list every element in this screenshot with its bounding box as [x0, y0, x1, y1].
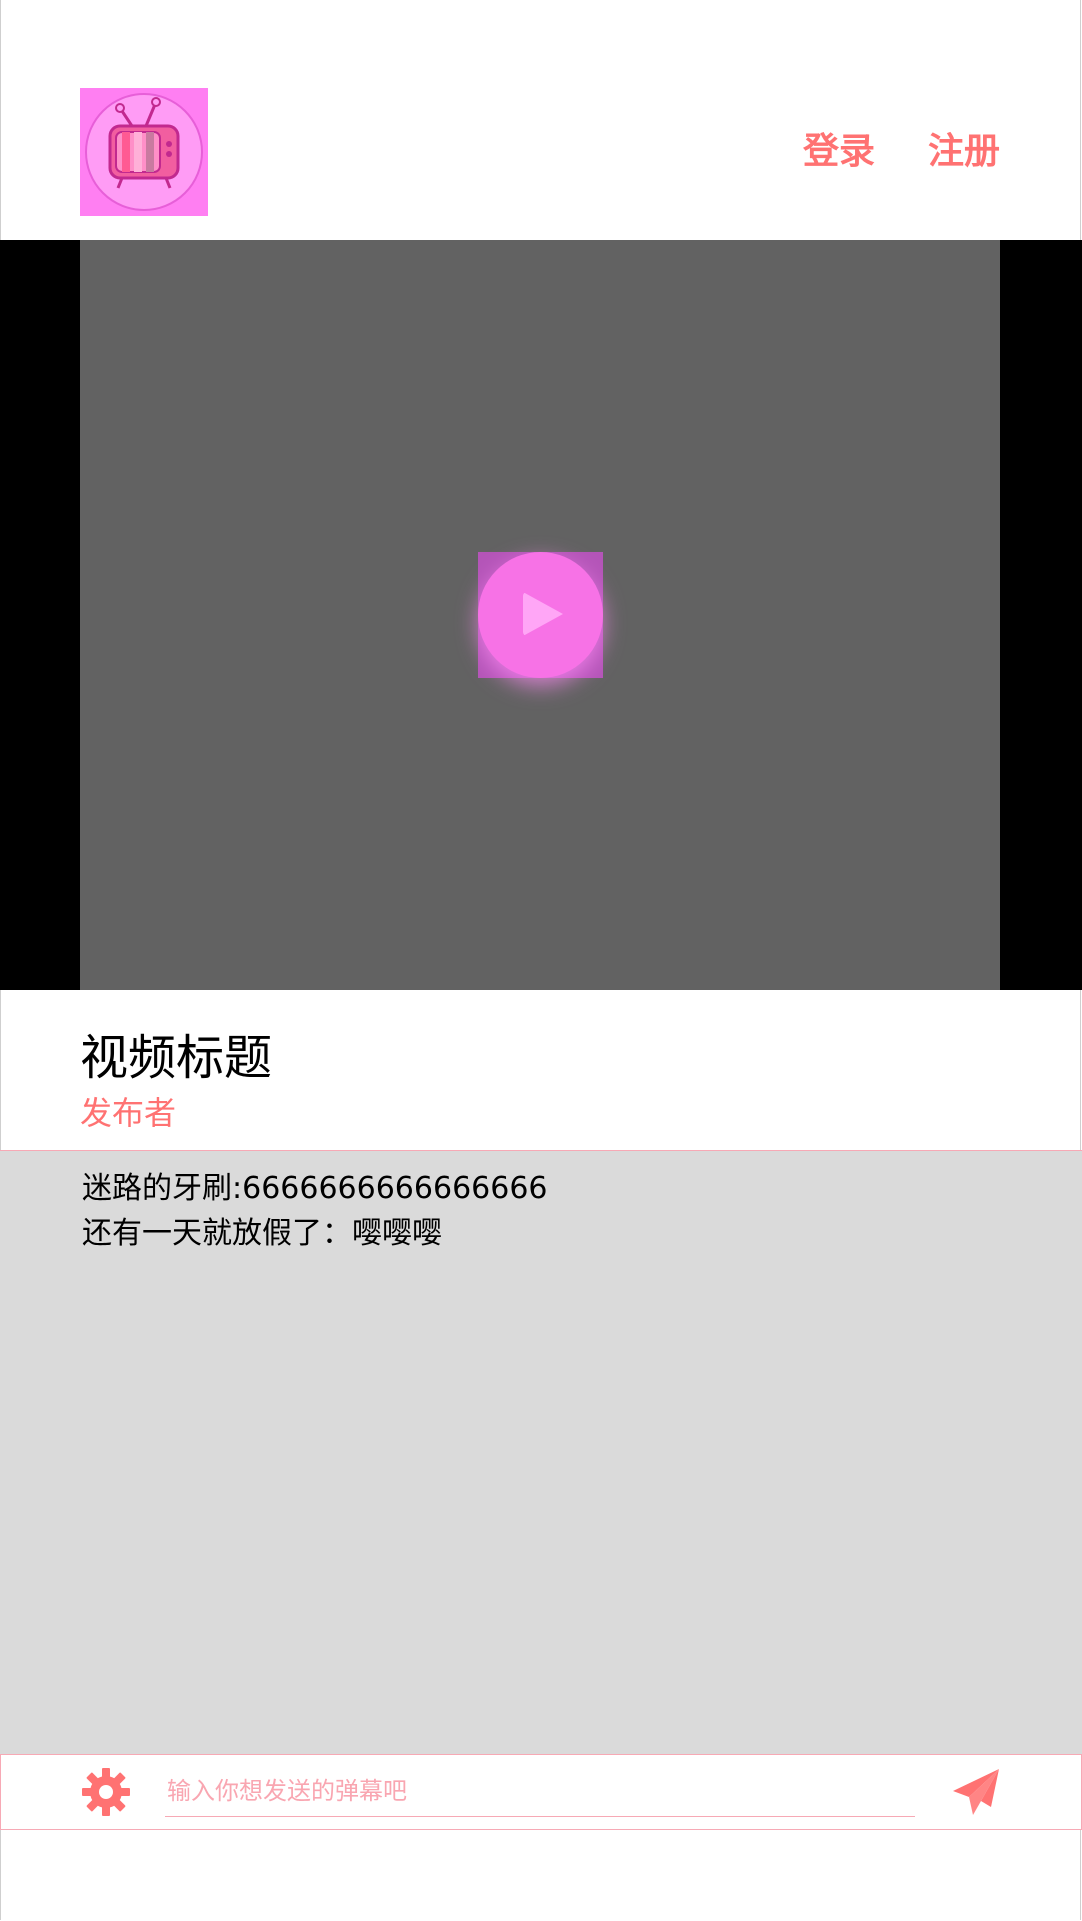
gear-icon	[82, 1768, 130, 1816]
danmaku-input[interactable]	[165, 1765, 915, 1817]
list-item: 迷路的牙刷:6666666666666666	[82, 1171, 548, 1206]
danmaku-list: 迷路的牙刷:6666666666666666 还有一天就放假了：嘤嘤嘤	[0, 1150, 1082, 1754]
video-title: 视频标题	[80, 1030, 273, 1086]
send-button[interactable]	[951, 1767, 1001, 1817]
play-icon	[523, 592, 563, 636]
video-area[interactable]	[80, 240, 1000, 990]
tv-logo-icon	[80, 88, 208, 216]
settings-button[interactable]	[81, 1767, 131, 1817]
video-player	[0, 240, 1082, 990]
play-button[interactable]	[478, 552, 603, 678]
login-link[interactable]: 登录	[803, 130, 875, 174]
paper-plane-icon	[953, 1769, 999, 1815]
register-link[interactable]: 注册	[928, 130, 1000, 174]
danmaku-input-bar	[0, 1754, 1082, 1830]
list-item: 还有一天就放假了：嘤嘤嘤	[82, 1216, 442, 1251]
publisher-name[interactable]: 发布者	[80, 1093, 176, 1133]
